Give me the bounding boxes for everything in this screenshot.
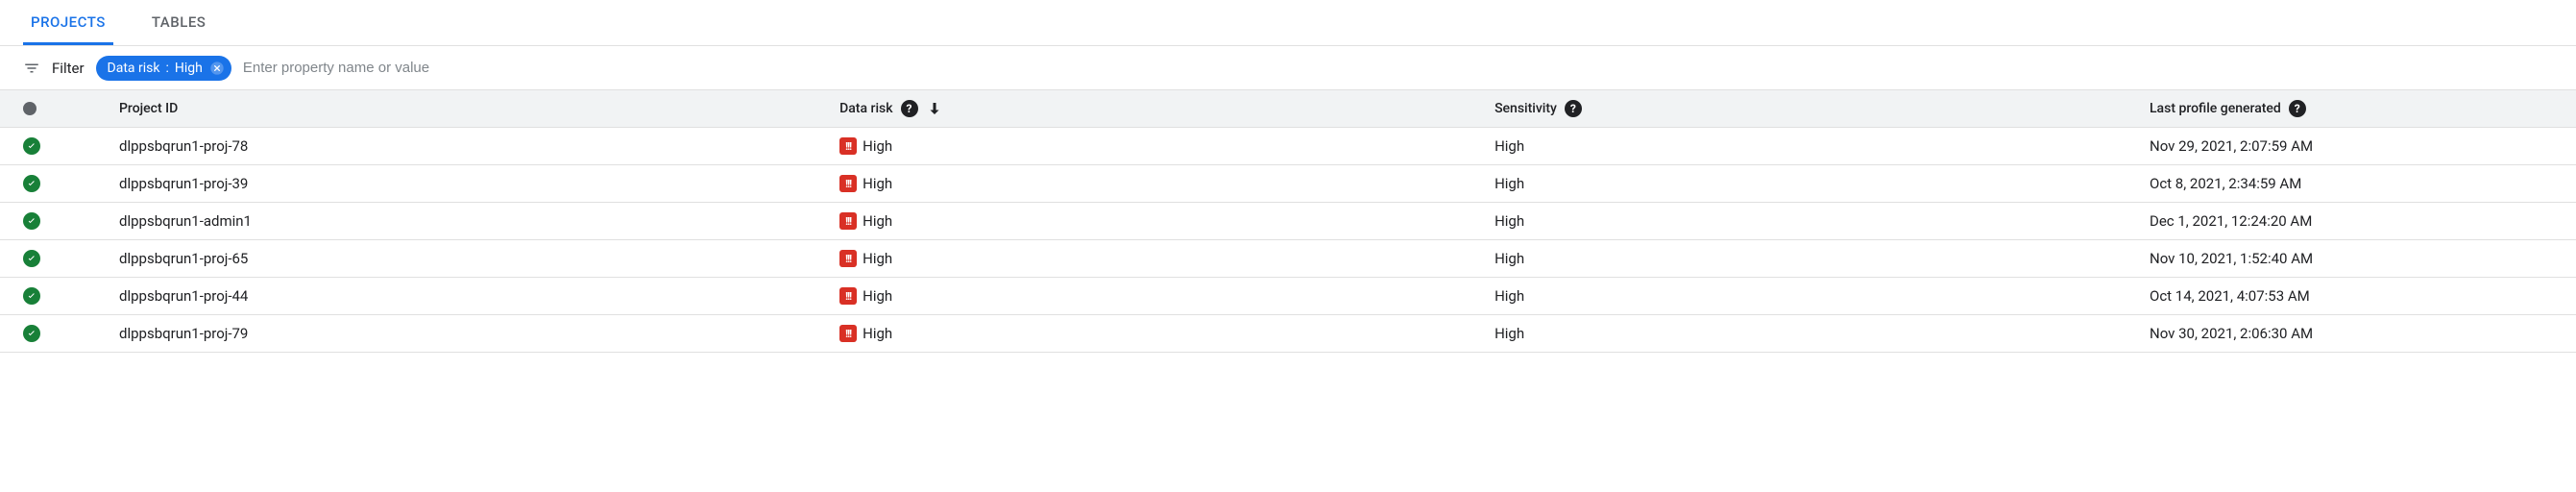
table-row[interactable]: dlppsbqrun1-admin1!!! High High Dec 1, 2021… [0,203,2576,240]
risk-high-icon: !!! [839,250,857,267]
cell-project-id: dlppsbqrun1-proj-65 [119,250,839,267]
cell-data-risk: High [863,287,892,305]
filter-chip-value: High [175,61,203,76]
cell-sensitivity: High [1495,137,1524,155]
table-row[interactable]: dlppsbqrun1-proj-44!!! High High Oct 14, 20… [0,278,2576,315]
header-status[interactable] [23,102,119,115]
cell-last-profile: Nov 29, 2021, 2:07:59 AM [2150,137,2313,155]
status-ok-icon [23,137,40,155]
risk-high-icon: !!! [839,137,857,155]
cell-sensitivity: High [1495,175,1524,192]
risk-high-icon: !!! [839,175,857,192]
cell-last-profile: Nov 30, 2021, 2:06:30 AM [2150,325,2313,342]
cell-data-risk: High [863,137,892,155]
cell-data-risk: High [863,175,892,192]
cell-project-id: dlppsbqrun1-proj-39 [119,175,839,192]
header-sensitivity[interactable]: Sensitivity ? [1495,100,2150,117]
status-ok-icon [23,250,40,267]
cell-last-profile: Oct 8, 2021, 2:34:59 AM [2150,175,2301,192]
cell-last-profile: Nov 10, 2021, 1:52:40 AM [2150,250,2313,267]
status-ok-icon [23,212,40,230]
help-icon[interactable]: ? [2289,100,2306,117]
cell-last-profile: Dec 1, 2021, 12:24:20 AM [2150,212,2312,230]
cell-project-id: dlppsbqrun1-proj-78 [119,137,839,155]
help-icon[interactable]: ? [1565,100,1582,117]
filter-chip-sep: : [165,61,168,76]
risk-high-icon: !!! [839,287,857,305]
status-ok-icon [23,175,40,192]
filter-input[interactable] [243,54,2553,82]
status-ok-icon [23,287,40,305]
cell-data-risk: High [863,212,892,230]
filter-icon[interactable] [23,60,40,77]
tab-projects[interactable]: PROJECTS [23,0,113,45]
cell-data-risk: High [863,325,892,342]
cell-sensitivity: High [1495,287,1524,305]
header-project-id[interactable]: Project ID [119,101,839,116]
filter-chip-data-risk[interactable]: Data risk : High [96,56,231,81]
risk-high-icon: !!! [839,212,857,230]
cell-sensitivity: High [1495,325,1524,342]
cell-project-id: dlppsbqrun1-proj-44 [119,287,839,305]
cell-project-id: dlppsbqrun1-proj-79 [119,325,839,342]
table-row[interactable]: dlppsbqrun1-proj-65!!! High High Nov 10, 20… [0,240,2576,278]
cell-sensitivity: High [1495,212,1524,230]
filter-chip-key: Data risk [108,61,160,76]
status-ok-icon [23,325,40,342]
projects-table: Project ID Data risk ? Sensitivity ? Las… [0,90,2576,353]
header-last-profile-label: Last profile generated [2150,101,2281,116]
cell-sensitivity: High [1495,250,1524,267]
filter-bar: Filter Data risk : High [0,46,2576,90]
header-data-risk[interactable]: Data risk ? [839,100,1495,117]
tab-tables[interactable]: TABLES [144,0,214,45]
table-row[interactable]: dlppsbqrun1-proj-78!!! High High Nov 29, 20… [0,128,2576,165]
table-row[interactable]: dlppsbqrun1-proj-79!!! High High Nov 30, 20… [0,315,2576,353]
filter-label: Filter [52,60,85,77]
tabs-bar: PROJECTS TABLES [0,0,2576,46]
cell-data-risk: High [863,250,892,267]
table-header: Project ID Data risk ? Sensitivity ? Las… [0,90,2576,128]
remove-chip-icon[interactable] [208,60,226,77]
risk-high-icon: !!! [839,325,857,342]
sort-descending-icon[interactable] [926,100,943,117]
header-data-risk-label: Data risk [839,101,892,116]
table-row[interactable]: dlppsbqrun1-proj-39!!! High High Oct 8, 202… [0,165,2576,203]
cell-last-profile: Oct 14, 2021, 4:07:53 AM [2150,287,2310,305]
cell-project-id: dlppsbqrun1-admin1 [119,212,839,230]
status-dot-icon [23,102,36,115]
header-sensitivity-label: Sensitivity [1495,101,1557,116]
header-last-profile[interactable]: Last profile generated ? [2150,100,2553,117]
help-icon[interactable]: ? [901,100,918,117]
table-body: dlppsbqrun1-proj-78!!! High High Nov 29, 20… [0,128,2576,353]
